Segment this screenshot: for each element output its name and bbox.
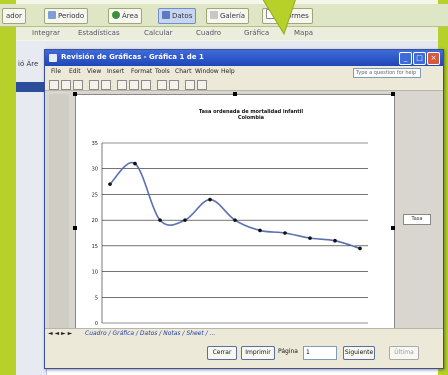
close-icon[interactable]: × (427, 52, 440, 65)
resize-handle[interactable] (73, 92, 77, 96)
copy-icon[interactable] (129, 80, 139, 90)
chart-page: Tasa ordenada de mortalidad infantil Col… (73, 92, 395, 362)
undo-icon[interactable] (157, 80, 167, 90)
y-tick-label: 35 (92, 141, 98, 147)
dialog-toolbar (45, 78, 443, 91)
help-search-input[interactable]: Type a question for help (353, 68, 421, 78)
data-point (258, 228, 262, 233)
data-point (358, 246, 362, 251)
y-tick-label: 25 (92, 192, 98, 198)
selected-row-highlight (16, 82, 46, 92)
data-point (333, 238, 337, 243)
cut-icon[interactable] (117, 80, 127, 90)
window-icon (49, 54, 57, 62)
y-tick-label: 20 (92, 218, 98, 224)
y-tick-label: 15 (92, 244, 98, 250)
page-label: Página (278, 348, 298, 355)
data-point (183, 218, 187, 222)
menu-edit[interactable]: Edit (69, 68, 81, 75)
data-point (233, 218, 237, 222)
series-line (109, 161, 361, 250)
menu-view[interactable]: View (87, 68, 101, 75)
side-panel-label: ió Áre (18, 60, 39, 68)
close-preview-button[interactable]: Cerrar (207, 346, 237, 360)
print-button[interactable]: Imprimir (241, 346, 275, 360)
data-point (158, 218, 162, 222)
data-point (308, 236, 312, 240)
dialog-title: Revisión de Gráficas - Gráfica 1 de 1 (61, 53, 204, 61)
menu-format[interactable]: Format (131, 68, 152, 75)
paste-icon[interactable] (141, 80, 151, 90)
save-icon[interactable] (73, 80, 83, 90)
maximize-icon[interactable]: □ (413, 52, 426, 65)
series-legend-box: Tasa (403, 214, 431, 225)
menu-tools[interactable]: Tools (155, 68, 170, 75)
resize-handle[interactable] (391, 226, 395, 230)
page-number-input[interactable]: 1 (303, 346, 337, 360)
preview-icon[interactable] (101, 80, 111, 90)
chart-preview-dialog: Revisión de Gráficas - Gráfica 1 de 1 _ … (44, 49, 444, 369)
sheet-tabs[interactable]: Cuadro / Gráfica / Datos / Notas / Sheet… (85, 330, 215, 337)
menu-help[interactable]: Help (221, 68, 235, 75)
dialog-title-bar[interactable]: Revisión de Gráficas - Gráfica 1 de 1 _ … (45, 50, 443, 66)
menu-insert[interactable]: Insert (107, 68, 124, 75)
print-icon[interactable] (89, 80, 99, 90)
redo-icon[interactable] (169, 80, 179, 90)
chart-wizard-icon[interactable] (185, 80, 195, 90)
resize-handle[interactable] (391, 92, 395, 96)
next-page-button[interactable]: Siguiente (343, 346, 375, 360)
tab-nav-arrows-icon[interactable]: ◄ ◄ ► ► (48, 330, 72, 337)
last-page-button[interactable]: Última (389, 346, 419, 360)
menu-chart[interactable]: Chart (175, 68, 192, 75)
y-tick-label: 5 (95, 295, 98, 301)
data-point (208, 197, 212, 202)
zoom-icon[interactable] (197, 80, 207, 90)
data-point (108, 182, 112, 186)
preview-controls: Cerrar Imprimir Página 1 Siguiente Últim… (45, 338, 443, 368)
right-margin-area (395, 94, 441, 360)
menu-file[interactable]: File (51, 68, 61, 75)
menu-window[interactable]: Window (195, 68, 219, 75)
data-point (283, 231, 287, 235)
y-tick-label: 0 (95, 321, 98, 327)
resize-handle[interactable] (233, 92, 237, 96)
new-icon[interactable] (49, 80, 59, 90)
y-tick-label: 30 (92, 167, 98, 173)
open-icon[interactable] (61, 80, 71, 90)
data-point (133, 161, 137, 166)
y-tick-label: 10 (92, 270, 98, 276)
minimize-icon[interactable]: _ (399, 52, 412, 65)
left-margin-area (49, 94, 69, 360)
resize-handle[interactable] (73, 226, 77, 230)
line-chart: 0510152025303519981999200020012002200320… (92, 141, 368, 341)
